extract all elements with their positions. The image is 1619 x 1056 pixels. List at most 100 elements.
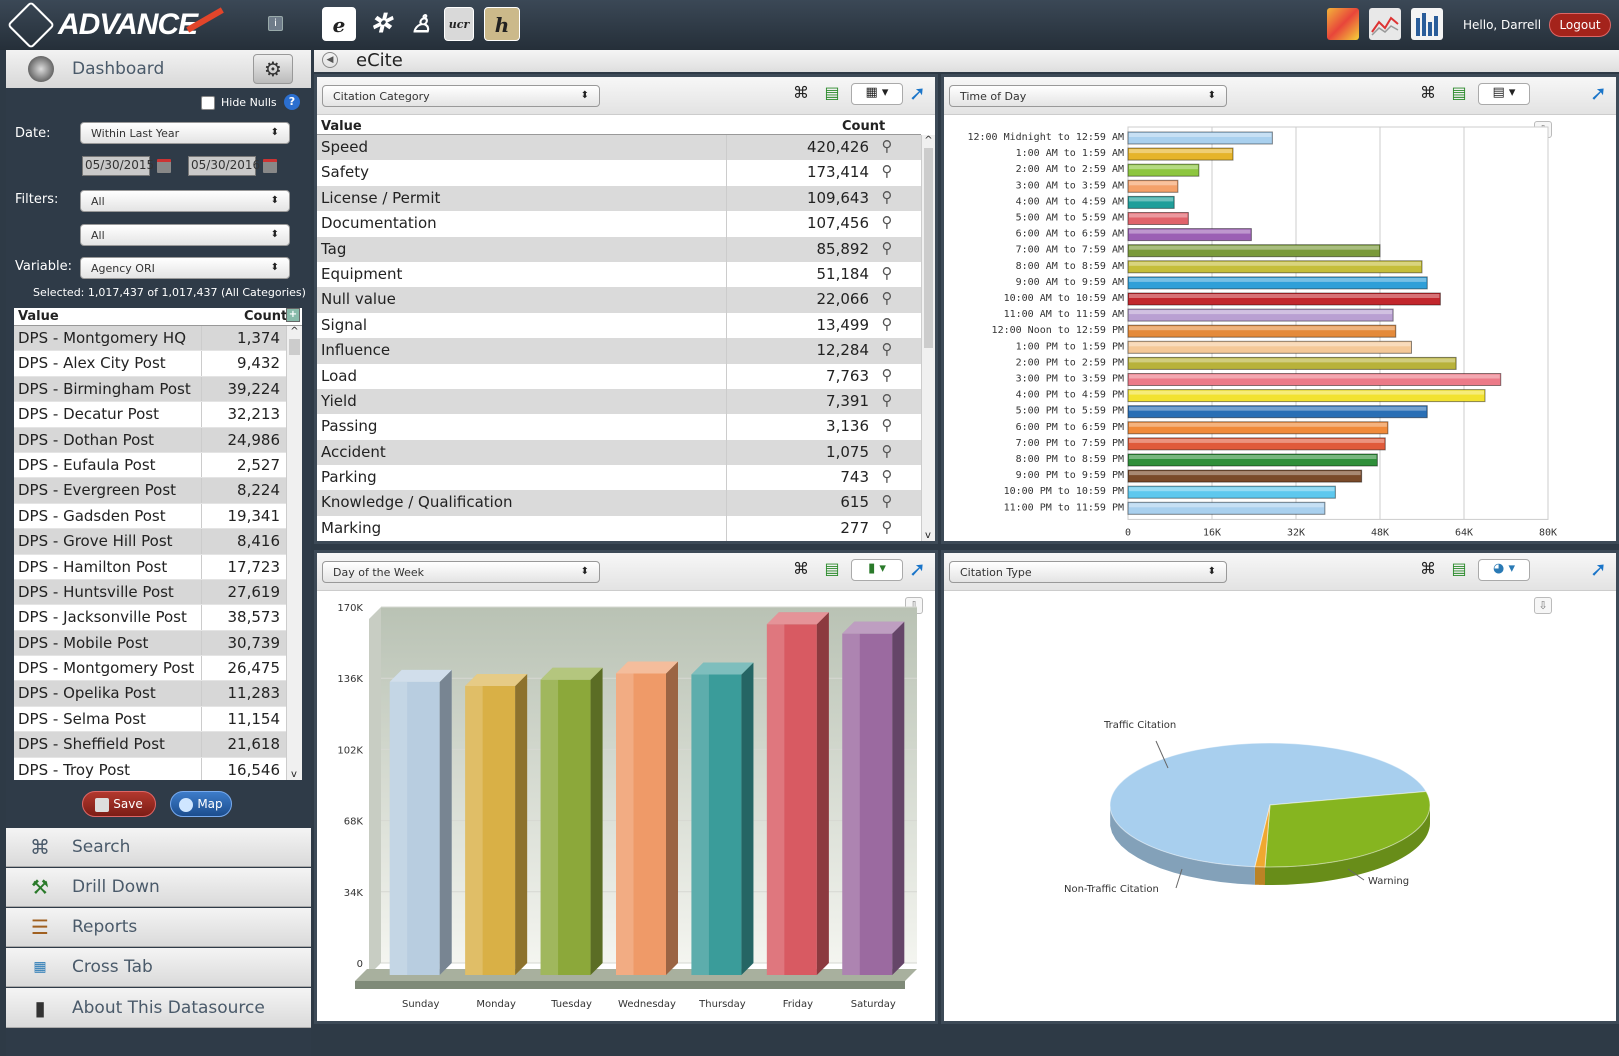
value-column-header[interactable]: Value: [18, 309, 59, 324]
table-row[interactable]: Documentation 107,456 ⚲: [317, 211, 921, 237]
binoculars-icon[interactable]: ⌘: [1416, 83, 1440, 105]
table-row[interactable]: Influence 12,284 ⚲: [317, 338, 921, 364]
magnifier-icon[interactable]: ⚲: [873, 440, 901, 465]
table-row[interactable]: Safety 173,414 ⚲: [317, 160, 921, 186]
gear-icon[interactable]: ⚙: [253, 54, 293, 84]
table-row[interactable]: DPS - Hamilton Post 17,723: [14, 554, 302, 580]
person-app-icon[interactable]: ♙: [404, 7, 438, 41]
collapse-sidebar-icon[interactable]: ◀: [322, 52, 338, 68]
magnifier-icon[interactable]: ⚲: [873, 465, 901, 490]
table-row[interactable]: DPS - Decatur Post 32,213: [14, 402, 302, 428]
date-range-select[interactable]: Within Last Year ⬍: [80, 122, 290, 144]
pin-icon[interactable]: ➚: [1590, 81, 1612, 105]
table-row[interactable]: DPS - Sheffield Post 21,618: [14, 732, 302, 758]
excel-export-icon[interactable]: ▤: [1447, 83, 1471, 105]
crash-app-icon[interactable]: ✲: [364, 7, 398, 41]
magnifier-icon[interactable]: ⚲: [873, 237, 901, 262]
table-row[interactable]: DPS - Alex City Post 9,432: [14, 351, 302, 377]
time-of-day-select[interactable]: Time of Day ⬍: [949, 85, 1227, 107]
table-row[interactable]: DPS - Gadsden Post 19,341: [14, 503, 302, 530]
magnifier-icon[interactable]: ⚲: [873, 490, 901, 515]
table-row[interactable]: Yield 7,391 ⚲: [317, 388, 921, 415]
table-row[interactable]: Equipment 51,184 ⚲: [317, 261, 921, 288]
binoculars-icon[interactable]: ⌘: [1416, 559, 1440, 581]
map-button[interactable]: Map: [170, 791, 232, 817]
citation-table-scrollbar[interactable]: ^ v: [921, 135, 935, 541]
expand-icon[interactable]: +: [286, 308, 300, 322]
scroll-thumb[interactable]: [924, 148, 933, 348]
scroll-up-icon[interactable]: ^: [922, 135, 935, 146]
day-of-week-select[interactable]: Day of the Week ⬍: [322, 561, 600, 583]
table-row[interactable]: DPS - Jacksonville Post 38,573: [14, 605, 302, 631]
line-chart-icon[interactable]: [1369, 8, 1401, 40]
count-column-header[interactable]: Count: [244, 309, 287, 324]
citation-type-select[interactable]: Citation Type ⬍: [949, 561, 1227, 583]
date-to-field[interactable]: 05/30/2016: [188, 156, 260, 176]
advance-logo[interactable]: ADVANCE: [6, 0, 240, 50]
binoculars-icon[interactable]: ⌘: [789, 83, 813, 105]
nav-search[interactable]: ⌘ Search: [6, 828, 311, 867]
table-view-menu[interactable]: ▦ ▾: [851, 83, 903, 105]
ecite-app-icon[interactable]: e: [322, 7, 356, 41]
scroll-thumb[interactable]: [289, 339, 300, 355]
nav-reports[interactable]: ☰ Reports: [6, 908, 311, 947]
magnifier-icon[interactable]: ⚲: [873, 186, 901, 211]
nav-cross-tab[interactable]: ▦ Cross Tab: [6, 948, 311, 987]
nav-drill-down[interactable]: ⚒ Drill Down: [6, 868, 311, 907]
scroll-down-icon[interactable]: v: [287, 769, 301, 780]
magnifier-icon[interactable]: ⚲: [873, 414, 901, 439]
table-row[interactable]: DPS - Montgomery HQ 1,374: [14, 326, 302, 352]
logout-button[interactable]: Logout: [1549, 13, 1611, 37]
date-from-field[interactable]: 05/30/2015: [82, 156, 154, 176]
table-row[interactable]: DPS - Dothan Post 24,986: [14, 427, 302, 453]
table-row[interactable]: DPS - Grove Hill Post 8,416: [14, 529, 302, 555]
magnifier-icon[interactable]: ⚲: [873, 364, 901, 389]
info-icon[interactable]: i: [268, 16, 283, 31]
table-row[interactable]: DPS - Opelika Post 11,283: [14, 681, 302, 707]
table-row[interactable]: DPS - Mobile Post 30,739: [14, 630, 302, 657]
table-row[interactable]: Knowledge / Qualification 615 ⚲: [317, 490, 921, 516]
chart-type-menu[interactable]: ▤ ▾: [1478, 83, 1530, 105]
magnifier-icon[interactable]: ⚲: [873, 135, 901, 160]
table-row[interactable]: DPS - Eufaula Post 2,527: [14, 452, 302, 479]
scroll-up-icon[interactable]: ^: [287, 326, 302, 337]
magnifier-icon[interactable]: ⚲: [873, 516, 901, 541]
table-row[interactable]: Tag 85,892 ⚲: [317, 236, 921, 262]
calendar-icon[interactable]: [263, 159, 277, 173]
scroll-down-icon[interactable]: v: [922, 530, 934, 541]
magnifier-icon[interactable]: ⚲: [873, 313, 901, 338]
bar-chart-icon[interactable]: [1411, 8, 1443, 40]
table-row[interactable]: License / Permit 109,643 ⚲: [317, 185, 921, 212]
help-icon[interactable]: ?: [284, 94, 300, 110]
table-row[interactable]: Accident 1,075 ⚲: [317, 439, 921, 466]
table-row[interactable]: Marking 277 ⚲: [317, 515, 921, 541]
table-row[interactable]: DPS - Birmingham Post 39,224: [14, 376, 302, 403]
calendar-icon[interactable]: [157, 159, 171, 173]
magnifier-icon[interactable]: ⚲: [873, 389, 901, 414]
pin-icon[interactable]: ➚: [909, 81, 931, 105]
magnifier-icon[interactable]: ⚲: [873, 262, 901, 287]
table-row[interactable]: DPS - Troy Post 16,546: [14, 757, 302, 780]
table-row[interactable]: DPS - Montgomery Post 26,475: [14, 656, 302, 682]
table-row[interactable]: Signal 13,499 ⚲: [317, 312, 921, 339]
table-row[interactable]: Load 7,763 ⚲: [317, 363, 921, 389]
pin-icon[interactable]: ➚: [1590, 557, 1612, 581]
magnifier-icon[interactable]: ⚲: [873, 287, 901, 312]
citation-category-select[interactable]: Citation Category ⬍: [322, 85, 600, 107]
count-column-header[interactable]: Count: [842, 119, 885, 134]
variable-table-scrollbar[interactable]: ^ v: [286, 326, 302, 780]
table-row[interactable]: Passing 3,136 ⚲: [317, 414, 921, 440]
map-view-icon[interactable]: [1327, 8, 1359, 40]
table-row[interactable]: DPS - Evergreen Post 8,224: [14, 478, 302, 504]
table-row[interactable]: DPS - Huntsville Post 27,619: [14, 579, 302, 606]
table-row[interactable]: Parking 743 ⚲: [317, 465, 921, 491]
value-column-header[interactable]: Value: [321, 119, 362, 134]
magnifier-icon[interactable]: ⚲: [873, 211, 901, 236]
magnifier-icon[interactable]: ⚲: [873, 160, 901, 185]
badge-app-icon[interactable]: h: [484, 7, 520, 41]
variable-select[interactable]: Agency ORI ⬍: [80, 257, 290, 279]
save-button[interactable]: Save: [82, 791, 156, 817]
ucr-app-icon[interactable]: ucr: [444, 7, 474, 41]
binoculars-icon[interactable]: ⌘: [789, 559, 813, 581]
excel-export-icon[interactable]: ▤: [820, 559, 844, 581]
